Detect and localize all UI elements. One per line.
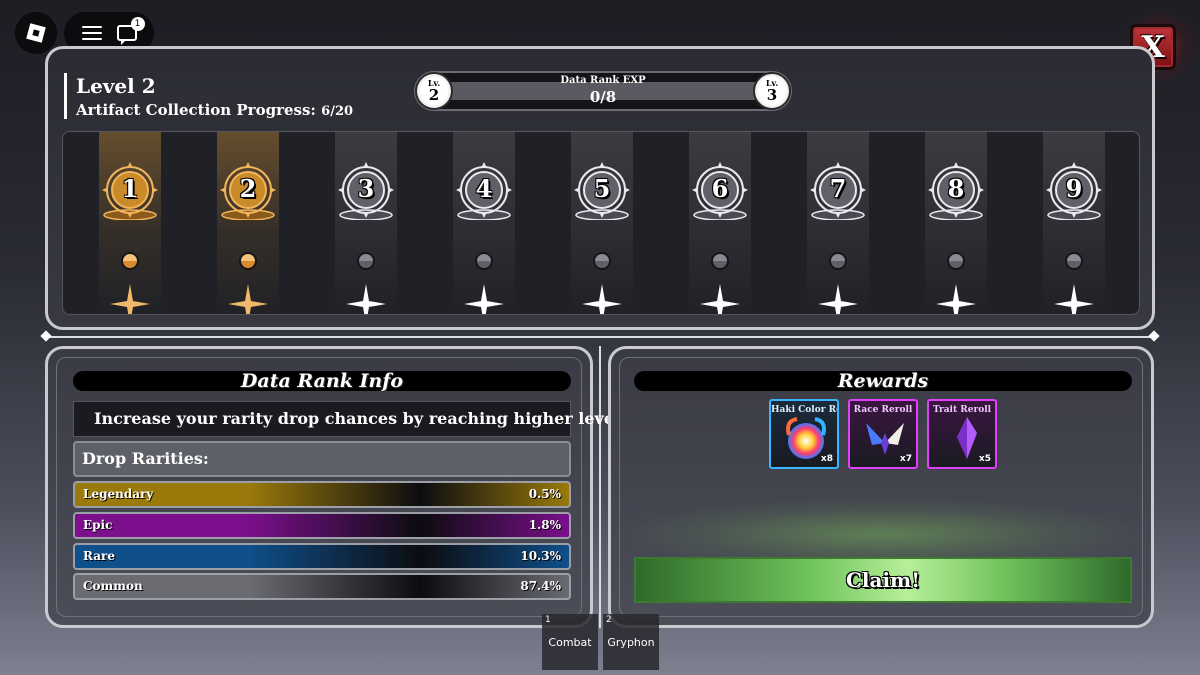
artifact-slot[interactable]: 9 <box>1043 132 1105 314</box>
rarity-percent: 87.4% <box>520 579 561 593</box>
artifact-slot[interactable]: 4 <box>453 132 515 314</box>
sparkle-star-icon <box>700 284 740 314</box>
hotbar-key: 1 <box>545 615 551 625</box>
rarity-name: Rare <box>83 549 115 563</box>
hotbar-label: Gryphon <box>607 636 655 649</box>
artifact-slot[interactable]: 3 <box>335 132 397 314</box>
slot-status-dot <box>121 252 139 270</box>
exp-label: Data Rank EXP <box>560 75 646 86</box>
artifact-slots: 1 2 3 4 5 6 7 8 9 <box>62 131 1140 315</box>
current-level-badge: Lv. 2 <box>415 72 453 110</box>
artifact-number: 5 <box>593 174 611 203</box>
rarity-name: Epic <box>83 518 113 532</box>
artifact-number: 8 <box>947 174 965 203</box>
rarity-row-rare: Rare 10.3% <box>73 543 571 570</box>
hamburger-menu-icon[interactable] <box>81 26 102 40</box>
slot-status-dot <box>239 252 257 270</box>
sparkle-star-icon <box>346 284 386 314</box>
artifact-slot[interactable]: 8 <box>925 132 987 314</box>
info-description: Increase your rarity drop chances by rea… <box>73 401 636 437</box>
rarity-row-epic: Epic 1.8% <box>73 512 571 539</box>
rarity-percent: 0.5% <box>528 487 561 501</box>
exp-value: 0/8 <box>589 88 617 106</box>
hotbar-label: Combat <box>548 636 592 649</box>
slot-status-dot <box>947 252 965 270</box>
reward-item[interactable]: Haki Color Reroll x8 <box>769 399 839 469</box>
sparkle-star-icon <box>936 284 976 314</box>
rarity-row-legendary: Legendary 0.5% <box>73 481 571 508</box>
slot-status-dot <box>593 252 611 270</box>
reward-quantity: x8 <box>820 454 833 464</box>
vertical-divider <box>599 346 601 628</box>
level-title: Level 2 <box>76 74 156 98</box>
rewards-title: Rewards <box>634 371 1132 391</box>
rewards-panel: Rewards Haki Color Reroll x8 Race Reroll x7… <box>608 346 1154 628</box>
sparkle-star-icon <box>582 284 622 314</box>
section-divider <box>44 336 1156 338</box>
artifact-number: 1 <box>121 174 139 203</box>
artifact-slot[interactable]: 5 <box>571 132 633 314</box>
artifact-number: 7 <box>829 174 847 203</box>
artifact-slot[interactable]: 2 <box>217 132 279 314</box>
reward-item[interactable]: Race Reroll x7 <box>848 399 918 469</box>
hotbar-slot-gryphon[interactable]: 2 Gryphon <box>603 614 659 670</box>
reward-name: Trait Reroll <box>932 405 992 415</box>
info-title: Data Rank Info <box>73 371 571 391</box>
exp-bar: Data Rank EXP 0/8 Lv. 2 Lv. 3 <box>414 71 792 111</box>
slot-status-dot <box>829 252 847 270</box>
rarity-row-common: Common 87.4% <box>73 573 571 600</box>
chat-badge: 1 <box>130 17 145 31</box>
artifact-slot[interactable]: 7 <box>807 132 869 314</box>
drop-rarities-header: Drop Rarities: <box>73 441 571 477</box>
artifact-slot[interactable]: 6 <box>689 132 751 314</box>
roblox-logo-button[interactable] <box>15 12 57 54</box>
sparkle-star-icon <box>1054 284 1094 314</box>
artifact-number: 3 <box>357 174 375 203</box>
rarity-percent: 1.8% <box>528 518 561 532</box>
slot-status-dot <box>711 252 729 270</box>
artifact-number: 9 <box>1065 174 1083 203</box>
claim-button[interactable]: Claim! <box>634 557 1132 603</box>
collection-progress: Artifact Collection Progress: 6/20 <box>76 101 354 119</box>
rarity-percent: 10.3% <box>520 549 561 563</box>
level-value: 2 <box>141 74 156 98</box>
reward-name: Race Reroll <box>853 405 913 415</box>
data-rank-panel: Level 2 Artifact Collection Progress: 6/… <box>45 46 1155 330</box>
slot-status-dot <box>357 252 375 270</box>
sparkle-star-icon <box>110 284 150 314</box>
chat-icon[interactable]: 1 <box>116 17 145 45</box>
reward-item[interactable]: Trait Reroll x5 <box>927 399 997 469</box>
artifact-number: 2 <box>239 174 257 203</box>
reward-quantity: x5 <box>978 454 991 464</box>
data-rank-info-panel: Data Rank Info Increase your rarity drop… <box>45 346 636 628</box>
next-level-badge: Lv. 3 <box>753 72 791 110</box>
hotbar-slot-combat[interactable]: 1 Combat <box>542 614 598 670</box>
rarity-name: Legendary <box>83 487 154 501</box>
artifact-slot[interactable]: 1 <box>99 132 161 314</box>
artifact-number: 4 <box>475 174 493 203</box>
hotbar-key: 2 <box>606 615 612 625</box>
slot-status-dot <box>475 252 493 270</box>
reward-quantity: x7 <box>899 454 912 464</box>
reward-name: Haki Color Reroll <box>771 405 837 415</box>
sparkle-star-icon <box>464 284 504 314</box>
sparkle-star-icon <box>228 284 268 314</box>
sparkle-star-icon <box>818 284 858 314</box>
slot-status-dot <box>1065 252 1083 270</box>
level-block: Level 2 Artifact Collection Progress: 6/… <box>64 73 353 119</box>
roblox-logo-icon <box>26 23 46 43</box>
rarity-name: Common <box>83 579 143 593</box>
artifact-number: 6 <box>711 174 729 203</box>
